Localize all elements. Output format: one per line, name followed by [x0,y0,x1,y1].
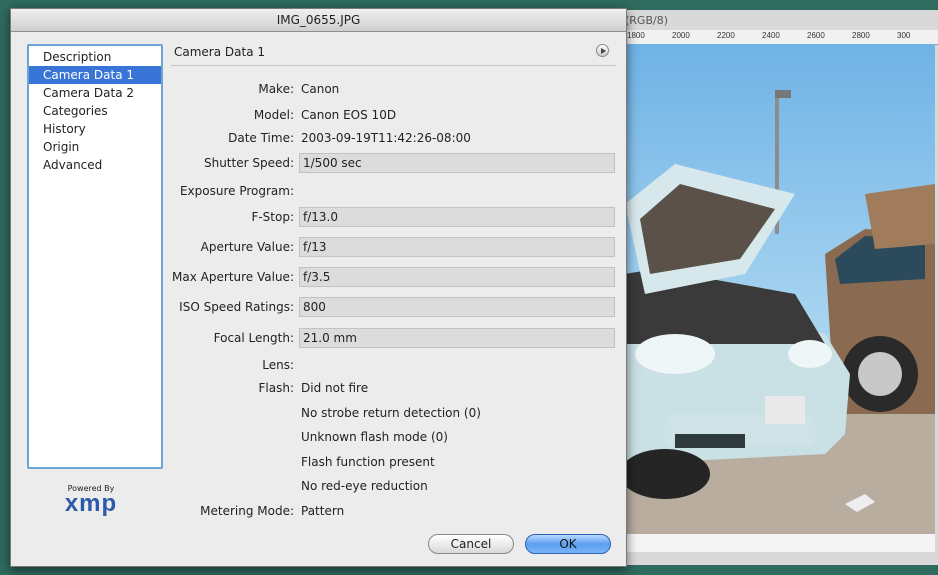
ruler-tick-label: 2600 [807,31,825,40]
metering-mode-value: Pattern [301,504,345,518]
flash-detail: Flash function present [301,455,435,469]
nav-item-description[interactable]: Description [29,48,161,66]
background-document-window: (RGB/8) 1800 2000 2200 2400 2600 2800 30… [598,10,938,565]
shutter-speed-field[interactable]: 1/500 sec [299,153,615,173]
fstop-field[interactable]: f/13.0 [299,207,615,227]
aperture-value-label: Aperture Value: [200,240,294,254]
ruler-tick-label: 2800 [852,31,870,40]
panel-options-button[interactable] [596,44,609,57]
car-photo [625,44,935,534]
aperture-value-field[interactable]: f/13 [299,237,615,257]
flash-detail: No strobe return detection (0) [301,406,481,420]
car-photo-illustration [625,44,935,534]
flash-detail: No red-eye reduction [301,479,428,493]
logo-xmp: xmp [64,490,118,517]
horizontal-ruler: 1800 2000 2200 2400 2600 2800 300 [599,30,938,45]
ruler-tick-label: 1800 [627,31,645,40]
flash-detail: Unknown flash mode (0) [301,430,448,444]
nav-item-history[interactable]: History [29,120,161,138]
focal-length-label: Focal Length: [213,331,294,345]
dialog-title: IMG_0655.JPG [276,13,361,27]
play-arrow-icon [601,48,606,54]
make-value: Canon [301,82,340,96]
iso-field[interactable]: 800 [299,297,615,317]
model-label: Model: [253,108,294,122]
nav-item-categories[interactable]: Categories [29,102,161,120]
focal-length-field[interactable]: 21.0 mm [299,328,615,348]
file-info-dialog: IMG_0655.JPG Description Camera Data 1 C… [10,8,627,567]
category-list[interactable]: Description Camera Data 1 Camera Data 2 … [27,44,163,469]
ruler-tick-label: 2400 [762,31,780,40]
nav-item-camera-data-2[interactable]: Camera Data 2 [29,84,161,102]
document-title-fragment: (RGB/8) [625,14,669,27]
xmp-logo: Powered By xmp [41,484,141,524]
ruler-tick-label: 2200 [717,31,735,40]
ok-button[interactable]: OK [525,534,611,554]
ruler-tick-label: 300 [897,31,911,40]
nav-item-advanced[interactable]: Advanced [29,156,161,174]
iso-label: ISO Speed Ratings: [179,300,294,314]
metering-mode-label: Metering Mode: [200,504,294,518]
flash-value: Did not fire [301,381,369,395]
panel-title: Camera Data 1 [174,45,266,59]
flash-label: Flash: [258,381,295,395]
dialog-titlebar[interactable]: IMG_0655.JPG [11,9,626,32]
fstop-label: F-Stop: [251,210,294,224]
cancel-button[interactable]: Cancel [428,534,514,554]
shutter-speed-label: Shutter Speed: [203,156,294,170]
ruler-tick-label: 2000 [672,31,690,40]
max-aperture-field[interactable]: f/3.5 [299,267,615,287]
exposure-program-label: Exposure Program: [179,184,294,198]
lens-label: Lens: [262,358,294,372]
model-value: Canon EOS 10D [301,108,397,122]
document-status-bar [625,534,935,552]
nav-item-origin[interactable]: Origin [29,138,161,156]
datetime-value: 2003-09-19T11:42:26-08:00 [301,131,471,145]
header-divider [171,65,616,66]
make-label: Make: [258,82,294,96]
nav-item-camera-data-1[interactable]: Camera Data 1 [29,66,161,84]
datetime-label: Date Time: [228,131,294,145]
max-aperture-label: Max Aperture Value: [172,270,294,284]
